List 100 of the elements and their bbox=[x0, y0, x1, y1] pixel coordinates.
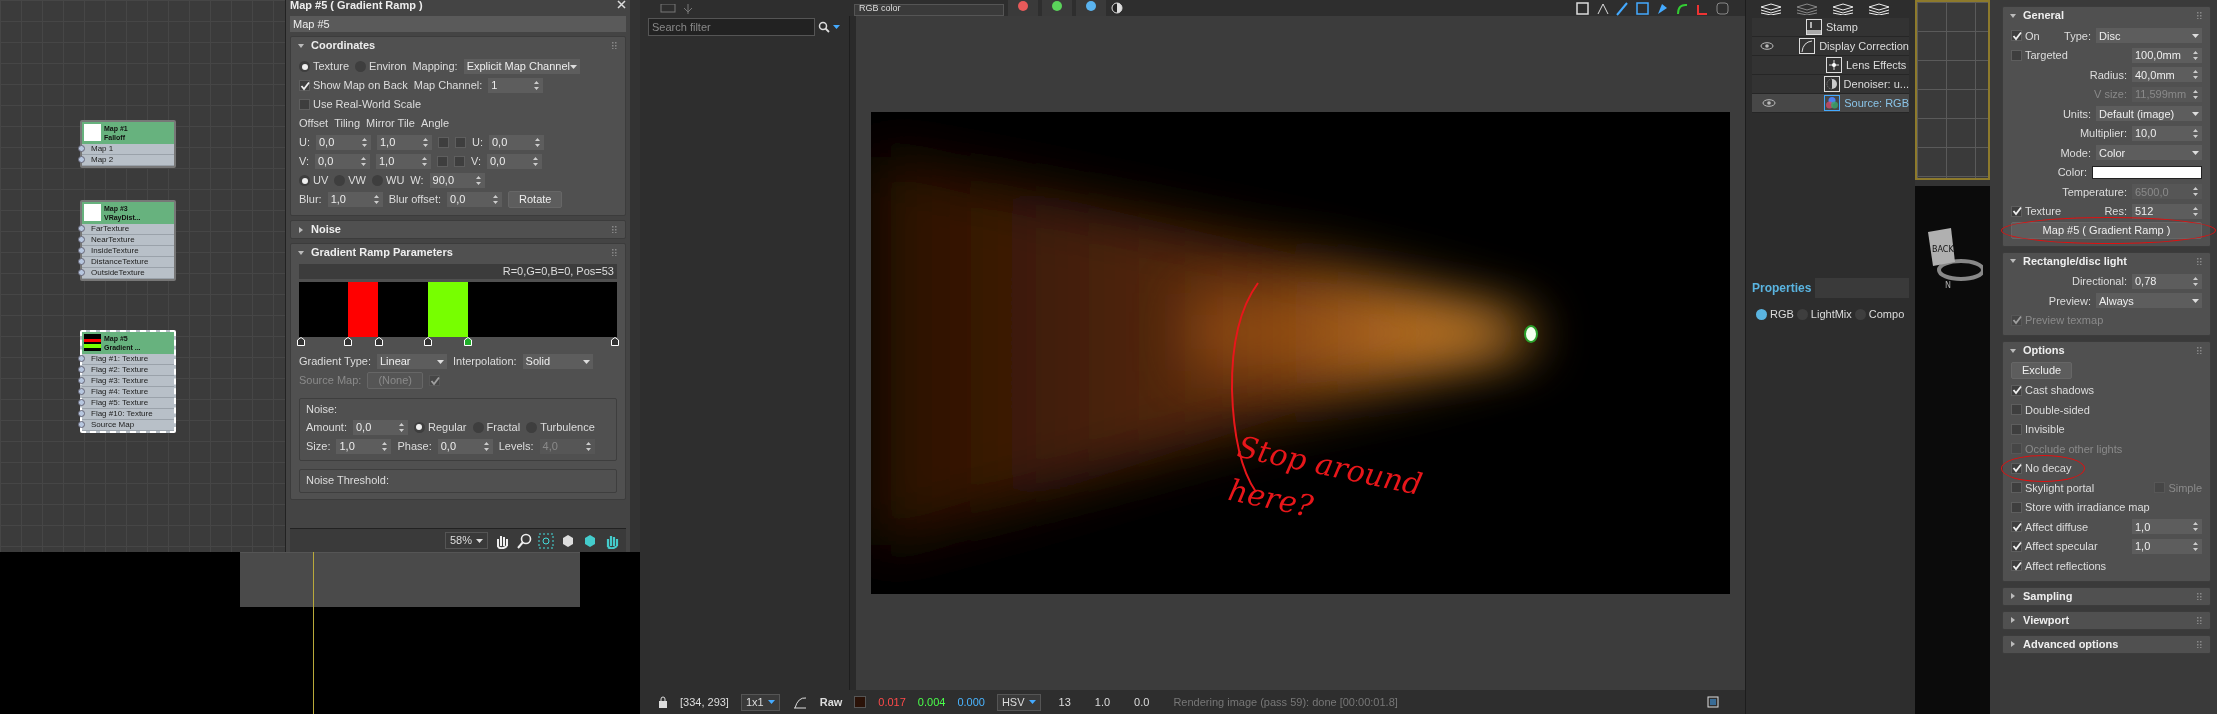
log-icon[interactable] bbox=[1707, 696, 1719, 708]
panel-button[interactable]: Map #5 ( Gradient Ramp ) bbox=[2011, 222, 2202, 240]
layer-row[interactable]: Source: RGB bbox=[1752, 94, 1909, 113]
spinner-arrows-icon[interactable] bbox=[532, 156, 539, 167]
spinner-arrows-icon[interactable] bbox=[2192, 69, 2199, 81]
spinner-arrows-icon[interactable] bbox=[492, 194, 499, 205]
curve-icon[interactable] bbox=[791, 695, 808, 709]
checkbox[interactable] bbox=[2011, 540, 2022, 552]
grip-icon[interactable] bbox=[612, 42, 619, 49]
spinner-arrows-icon[interactable] bbox=[421, 156, 428, 167]
flag-marker[interactable] bbox=[296, 337, 305, 346]
collapse-arrow-icon[interactable] bbox=[2009, 257, 2017, 265]
spinner-field[interactable]: 10,0 bbox=[2132, 125, 2202, 141]
radio-button[interactable] bbox=[299, 61, 310, 72]
checkbox[interactable] bbox=[2011, 501, 2022, 513]
viewcube-drawing[interactable]: BACK N bbox=[1923, 222, 1983, 302]
checkbox[interactable] bbox=[2011, 30, 2022, 42]
checkbox[interactable] bbox=[438, 137, 449, 148]
rollout-title[interactable]: General bbox=[2023, 7, 2064, 24]
spinner-arrows-icon[interactable] bbox=[381, 440, 389, 452]
panel-button[interactable]: Exclude bbox=[2011, 362, 2073, 380]
radio-button[interactable] bbox=[413, 421, 425, 433]
collapse-arrow-icon[interactable] bbox=[2009, 11, 2017, 20]
spinner-arrows-icon[interactable] bbox=[482, 440, 490, 452]
dropdown-arrow-icon[interactable] bbox=[2192, 109, 2199, 118]
grip-icon[interactable] bbox=[2197, 616, 2204, 624]
cube-icon[interactable] bbox=[582, 532, 598, 549]
spinner-arrows-icon[interactable] bbox=[2192, 205, 2199, 217]
grip-icon[interactable] bbox=[2197, 257, 2204, 265]
checkbox[interactable] bbox=[437, 156, 448, 167]
dropdown[interactable]: Disc bbox=[2096, 28, 2202, 44]
dropdown-arrow-icon[interactable] bbox=[570, 62, 577, 71]
spinner-field[interactable]: 0,0 bbox=[316, 135, 371, 150]
spinner-arrows-icon[interactable] bbox=[2192, 540, 2199, 552]
expand-arrow-icon[interactable] bbox=[2009, 592, 2017, 600]
spinner-arrows-icon[interactable] bbox=[372, 194, 380, 205]
dropdown-arrow-icon[interactable] bbox=[2192, 31, 2199, 40]
dropdown[interactable]: Always bbox=[2096, 293, 2202, 309]
dropdown-arrow-icon[interactable] bbox=[833, 23, 841, 31]
dropdown-arrow-icon[interactable] bbox=[1028, 698, 1036, 706]
zoom-dropdown[interactable]: 1x1 bbox=[740, 693, 780, 711]
checkbox[interactable] bbox=[2011, 205, 2022, 217]
spinner-field[interactable]: 0,78 bbox=[2132, 273, 2202, 289]
spinner-arrows-icon[interactable] bbox=[474, 175, 482, 186]
spinner-field[interactable]: 512 bbox=[2132, 203, 2202, 219]
panel-button[interactable]: Rotate bbox=[508, 191, 563, 208]
rollout-title[interactable]: Coordinates bbox=[311, 37, 376, 54]
spinner-field[interactable]: 1,0 bbox=[327, 192, 383, 207]
rollout-title[interactable]: Gradient Ramp Parameters bbox=[311, 244, 453, 261]
radio-button[interactable] bbox=[299, 175, 310, 186]
spinner-field[interactable]: 1 bbox=[488, 78, 544, 93]
checkbox[interactable] bbox=[2011, 423, 2022, 435]
grip-icon[interactable] bbox=[2197, 592, 2204, 600]
spinner-arrows-icon[interactable] bbox=[397, 421, 405, 433]
dropdown[interactable]: Linear bbox=[376, 354, 447, 369]
eye-icon[interactable] bbox=[1761, 99, 1776, 107]
dropdown-arrow-icon[interactable] bbox=[582, 357, 590, 366]
cube-icon[interactable] bbox=[560, 532, 576, 549]
spinner-field[interactable]: 1,0 bbox=[2132, 538, 2202, 554]
color-swatch[interactable] bbox=[2092, 165, 2202, 179]
layer-row[interactable]: Lens Effects bbox=[1752, 56, 1909, 75]
toolbar-icon[interactable] bbox=[1575, 2, 1591, 16]
dropdown[interactable]: Color bbox=[2096, 145, 2202, 161]
zoom-dropdown[interactable]: 58% bbox=[444, 532, 488, 549]
checkbox[interactable] bbox=[299, 80, 310, 91]
color-space-dropdown[interactable]: HSV bbox=[996, 693, 1041, 711]
collapse-arrow-icon[interactable] bbox=[297, 248, 305, 257]
spinner-field[interactable]: 90,0 bbox=[429, 173, 485, 188]
spinner-arrows-icon[interactable] bbox=[422, 137, 429, 148]
search-icon[interactable] bbox=[818, 21, 830, 33]
dropdown-arrow-icon[interactable] bbox=[436, 357, 444, 366]
spinner-field[interactable]: 0,0 bbox=[437, 438, 493, 454]
zoom-region-icon[interactable] bbox=[538, 532, 554, 549]
rollout-title[interactable]: Options bbox=[2023, 342, 2065, 359]
search-icon[interactable] bbox=[516, 532, 532, 549]
rollout-title[interactable]: Rectangle/disc light bbox=[2023, 252, 2127, 270]
expand-arrow-icon[interactable] bbox=[297, 225, 305, 234]
spinner-field[interactable]: 0,0 bbox=[315, 154, 370, 169]
collapse-arrow-icon[interactable] bbox=[2009, 346, 2017, 355]
spinner-arrows-icon[interactable] bbox=[360, 156, 367, 167]
close-icon[interactable] bbox=[617, 0, 626, 9]
dropdown-arrow-icon[interactable] bbox=[767, 698, 775, 706]
toolbar-icon[interactable] bbox=[1635, 2, 1651, 16]
grip-icon[interactable] bbox=[612, 249, 619, 256]
expand-arrow-icon[interactable] bbox=[2009, 616, 2017, 624]
dropdown[interactable]: Default (image) bbox=[2096, 106, 2202, 122]
spinner-field[interactable]: 0,0 bbox=[447, 192, 502, 207]
contrast-icon[interactable] bbox=[1110, 2, 1124, 16]
spinner-arrows-icon[interactable] bbox=[2192, 521, 2199, 533]
checkbox[interactable] bbox=[2011, 462, 2022, 474]
spinner-arrows-icon[interactable] bbox=[361, 137, 368, 148]
spinner-field[interactable]: 1,0 bbox=[336, 438, 392, 454]
map-name-field[interactable]: Map #5 bbox=[290, 16, 626, 32]
spinner-arrows-icon[interactable] bbox=[2192, 49, 2199, 61]
toolbar-icon[interactable] bbox=[1715, 2, 1731, 16]
spinner-arrows-icon[interactable] bbox=[533, 80, 541, 91]
spinner-field[interactable]: 40,0mm bbox=[2132, 67, 2202, 83]
spinner-arrows-icon[interactable] bbox=[534, 137, 541, 148]
layer-row[interactable]: Display Correction bbox=[1752, 37, 1909, 56]
layer-row[interactable]: Denoiser: u... bbox=[1752, 75, 1909, 94]
